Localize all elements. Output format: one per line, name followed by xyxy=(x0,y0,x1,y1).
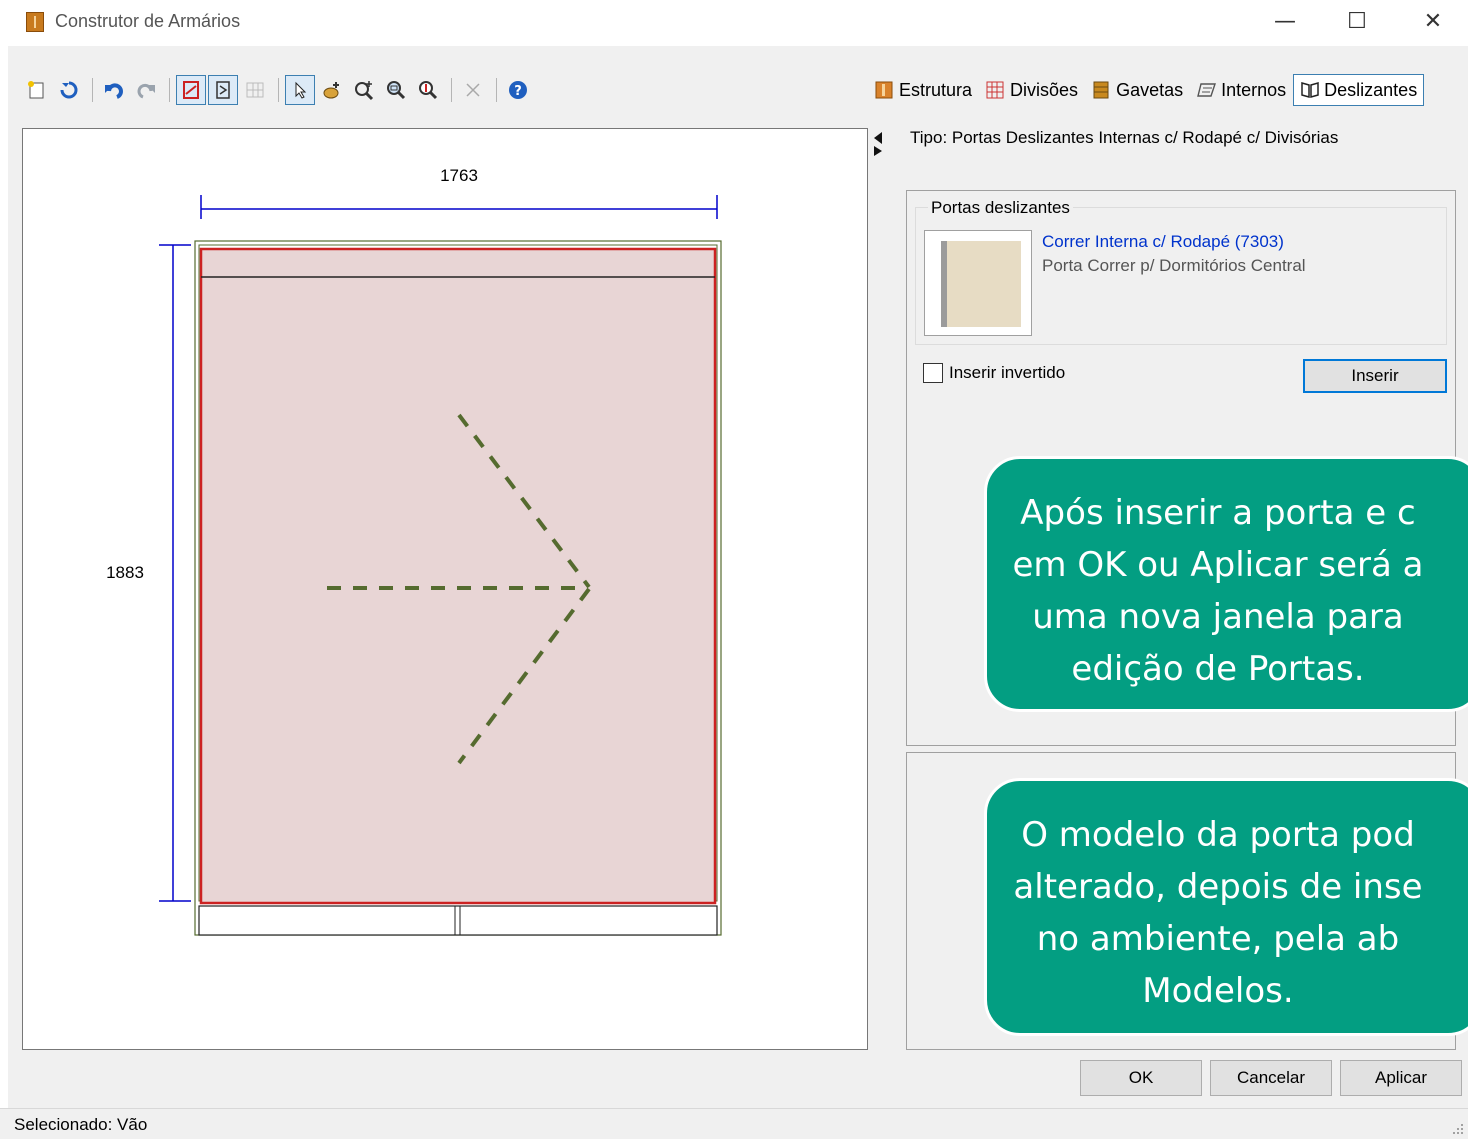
door-opening-vao xyxy=(199,247,717,905)
tab-gavetas-label: Gavetas xyxy=(1116,79,1184,100)
tab-gavetas[interactable]: Gavetas xyxy=(1085,74,1190,106)
door-model-link[interactable]: Correr Interna c/ Rodapé (7303) xyxy=(1042,232,1284,252)
grid-icon[interactable] xyxy=(240,75,270,105)
zoom-window-icon[interactable] xyxy=(381,75,411,105)
cancel-button[interactable]: Cancelar xyxy=(1210,1060,1332,1096)
editor-tabs: Estrutura Divisões Gavetas Internos Desl… xyxy=(868,72,1425,108)
redo-icon[interactable] xyxy=(131,75,161,105)
apply-button[interactable]: Aplicar xyxy=(1340,1060,1462,1096)
resize-grip-icon[interactable] xyxy=(1452,1123,1464,1135)
tab-internos-label: Internos xyxy=(1221,79,1287,100)
title-bar: Construtor de Armários — ☐ ✕ xyxy=(0,0,1468,46)
zoom-in-icon[interactable] xyxy=(349,75,379,105)
tab-internos[interactable]: Internos xyxy=(1190,74,1293,106)
callout-line: Modelos. xyxy=(1142,971,1294,1011)
tab-estrutura-label: Estrutura xyxy=(899,79,973,100)
door-preview-image xyxy=(941,241,1021,327)
toolbar-separator xyxy=(278,78,279,102)
door-thumbnail[interactable] xyxy=(924,230,1032,336)
status-selected-text: Selecionado: Vão xyxy=(14,1115,148,1134)
toolbar-separator xyxy=(451,78,452,102)
new-icon[interactable] xyxy=(22,75,52,105)
wardrobe-app-icon xyxy=(26,12,44,32)
insert-inverted-label: Inserir invertido xyxy=(949,363,1066,382)
tutorial-callout-model: O modelo da porta pod alterado, depois d… xyxy=(984,778,1468,1036)
type-label: Tipo: Portas Deslizantes Internas c/ Rod… xyxy=(910,128,1339,147)
help-icon[interactable]: ? xyxy=(503,75,533,105)
maximize-button[interactable]: ☐ xyxy=(1334,4,1380,40)
tab-divisoes-label: Divisões xyxy=(1010,79,1079,100)
toolbar-separator xyxy=(496,78,497,102)
panel-collapse-arrows[interactable] xyxy=(872,130,884,158)
toolbar-separator xyxy=(169,78,170,102)
wardrobe-drawing: 1763 1883 xyxy=(106,166,722,936)
height-dimension-label: 1883 xyxy=(106,563,144,582)
door-model-description: Porta Correr p/ Dormitórios Central xyxy=(1042,256,1306,275)
callout-line: em OK ou Aplicar será a xyxy=(1012,545,1424,585)
internos-icon xyxy=(1197,81,1217,99)
insert-button[interactable]: Inserir xyxy=(1303,359,1447,393)
callout-line: edição de Portas. xyxy=(1071,649,1365,689)
callout-line: no ambiente, pela ab xyxy=(1036,919,1400,959)
zoom-fit-icon[interactable] xyxy=(413,75,443,105)
close-button[interactable]: ✕ xyxy=(1410,4,1456,40)
gavetas-icon xyxy=(1092,81,1110,99)
main-toolbar: ? xyxy=(8,72,608,108)
insert-inverted-row[interactable]: Inserir invertido xyxy=(923,363,1065,383)
view-front-icon[interactable] xyxy=(176,75,206,105)
tutorial-callout-insert: Após inserir a porta e c em OK ou Aplica… xyxy=(984,456,1468,712)
estrutura-icon xyxy=(875,81,893,99)
callout-line: Após inserir a porta e c xyxy=(1020,493,1416,533)
minimize-button[interactable]: — xyxy=(1262,4,1308,40)
refresh-icon[interactable] xyxy=(54,75,84,105)
divisoes-grid-icon xyxy=(986,81,1004,99)
width-dimension-label: 1763 xyxy=(440,166,478,185)
status-bar: Selecionado: Vão xyxy=(0,1108,1468,1139)
ok-button[interactable]: OK xyxy=(1080,1060,1202,1096)
tab-divisoes[interactable]: Divisões xyxy=(979,74,1085,106)
pan-hand-icon[interactable] xyxy=(317,75,347,105)
tab-deslizantes[interactable]: Deslizantes xyxy=(1293,74,1425,106)
group-legend: Portas deslizantes xyxy=(928,198,1073,218)
window-title: Construtor de Armários xyxy=(55,11,241,31)
sliding-doors-group: Portas deslizantes Correr Interna c/ Rod… xyxy=(915,198,1447,345)
view-side-icon[interactable] xyxy=(208,75,238,105)
callout-line: alterado, depois de inse xyxy=(1013,867,1423,907)
delete-icon[interactable] xyxy=(458,75,488,105)
callout-line: uma nova janela para xyxy=(1032,597,1404,637)
undo-icon[interactable] xyxy=(99,75,129,105)
svg-text:?: ? xyxy=(514,84,522,99)
toolbar-separator xyxy=(92,78,93,102)
select-pointer-icon[interactable] xyxy=(285,75,315,105)
tab-deslizantes-label: Deslizantes xyxy=(1324,79,1418,100)
wardrobe-drawing-canvas[interactable]: 1763 1883 xyxy=(22,128,868,1050)
tab-estrutura[interactable]: Estrutura xyxy=(868,74,979,106)
callout-line: O modelo da porta pod xyxy=(1021,815,1415,855)
insert-inverted-checkbox[interactable] xyxy=(923,363,943,383)
deslizantes-icon xyxy=(1300,81,1319,99)
base-plinth xyxy=(198,905,718,936)
